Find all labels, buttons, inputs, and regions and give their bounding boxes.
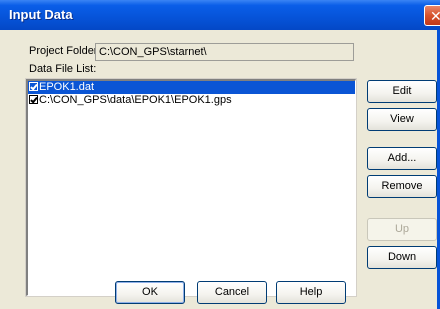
checkbox-checked-icon[interactable] [29,82,38,91]
window-title: Input Data [9,7,73,22]
list-item[interactable]: C:\CON_GPS\data\EPOK1\EPOK1.gps [28,94,355,107]
project-folder-label: Project Folder: [29,45,101,57]
add-button[interactable]: Add... [367,147,437,170]
cancel-button[interactable]: Cancel [197,281,267,304]
down-button[interactable]: Down [367,246,437,269]
ok-button[interactable]: OK [115,281,185,304]
title-bar[interactable]: Input Data ✕ [0,0,440,30]
close-icon: ✕ [430,8,440,24]
project-folder-field: C:\CON_GPS\starnet\ [95,43,354,61]
data-file-list-label: Data File List: [29,63,97,75]
view-button[interactable]: View [367,108,437,131]
edit-button[interactable]: Edit [367,80,437,103]
checkbox-checked-icon[interactable] [29,95,38,104]
list-item[interactable]: EPOK1.dat [28,81,355,94]
input-data-dialog: Input Data ✕ Project Folder: C:\CON_GPS\… [0,0,440,309]
up-button[interactable]: Up [367,218,437,241]
help-button[interactable]: Help [276,281,346,304]
remove-button[interactable]: Remove [367,175,437,198]
file-name: EPOK1.dat [39,81,95,93]
close-button[interactable]: ✕ [424,5,440,26]
file-name: C:\CON_GPS\data\EPOK1\EPOK1.gps [39,94,232,106]
data-file-list[interactable]: EPOK1.dat C:\CON_GPS\data\EPOK1\EPOK1.gp… [25,78,357,297]
